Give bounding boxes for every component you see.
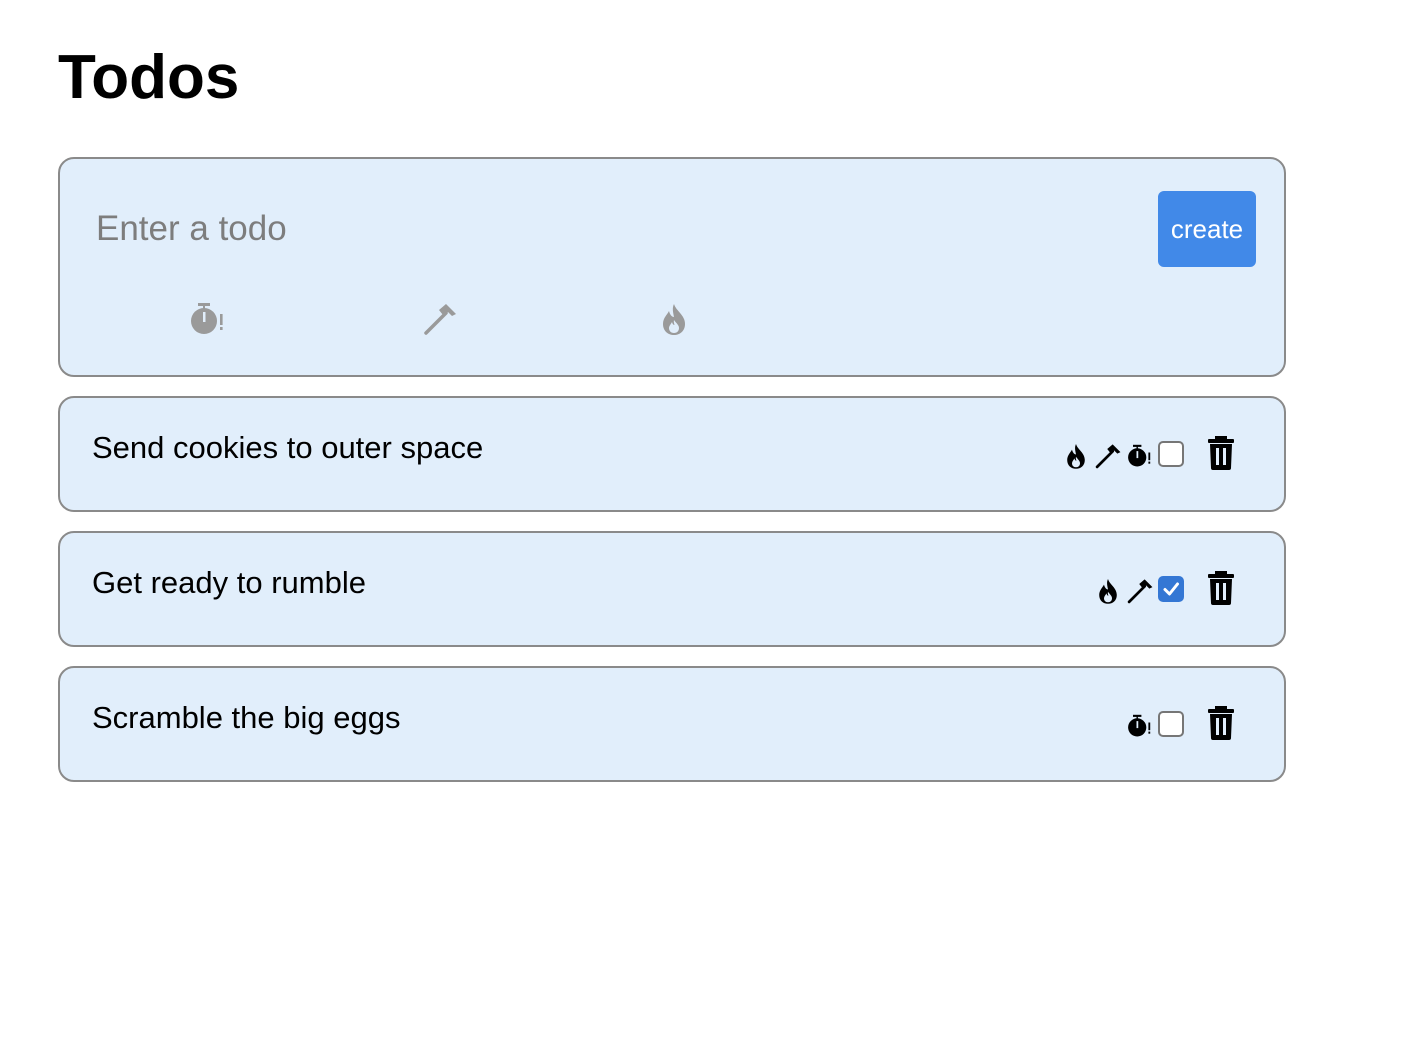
todo-tags [1062, 438, 1154, 474]
checkmark-icon [1163, 582, 1179, 596]
create-todo-card: create [58, 157, 1286, 377]
create-button[interactable]: create [1158, 191, 1256, 267]
todo-item: Get ready to rumble [58, 531, 1286, 647]
delete-button[interactable] [1206, 706, 1236, 740]
delete-button[interactable] [1206, 571, 1236, 605]
trash-icon [1208, 571, 1234, 605]
todo-text: Send cookies to outer space [92, 430, 484, 465]
todo-item: Send cookies to outer space [58, 396, 1286, 512]
done-checkbox[interactable] [1158, 441, 1184, 467]
hammer-icon [1126, 575, 1154, 607]
fire-icon [1094, 575, 1122, 607]
fire-icon [659, 302, 689, 336]
fire-icon [1062, 440, 1090, 472]
done-checkbox[interactable] [1158, 711, 1184, 737]
page-title: Todos [58, 43, 240, 112]
todo-tags [1126, 708, 1154, 744]
hammer-icon [422, 301, 458, 337]
hammer-icon [1094, 440, 1122, 472]
todo-tags [1094, 573, 1154, 609]
delete-button[interactable] [1206, 436, 1236, 470]
stopwatch-icon [1126, 710, 1154, 742]
hammer-tag-toggle[interactable] [418, 299, 462, 339]
todo-item: Scramble the big eggs [58, 666, 1286, 782]
trash-icon [1208, 706, 1234, 740]
stopwatch-icon [188, 302, 228, 336]
todo-input[interactable] [96, 199, 1096, 259]
todo-text: Scramble the big eggs [92, 700, 401, 735]
todo-app: Todos create [0, 0, 1428, 1044]
fire-tag-toggle[interactable] [652, 299, 696, 339]
stopwatch-tag-toggle[interactable] [186, 299, 230, 339]
done-checkbox[interactable] [1158, 576, 1184, 602]
trash-icon [1208, 436, 1234, 470]
stopwatch-icon [1126, 440, 1154, 472]
todo-text: Get ready to rumble [92, 565, 366, 600]
